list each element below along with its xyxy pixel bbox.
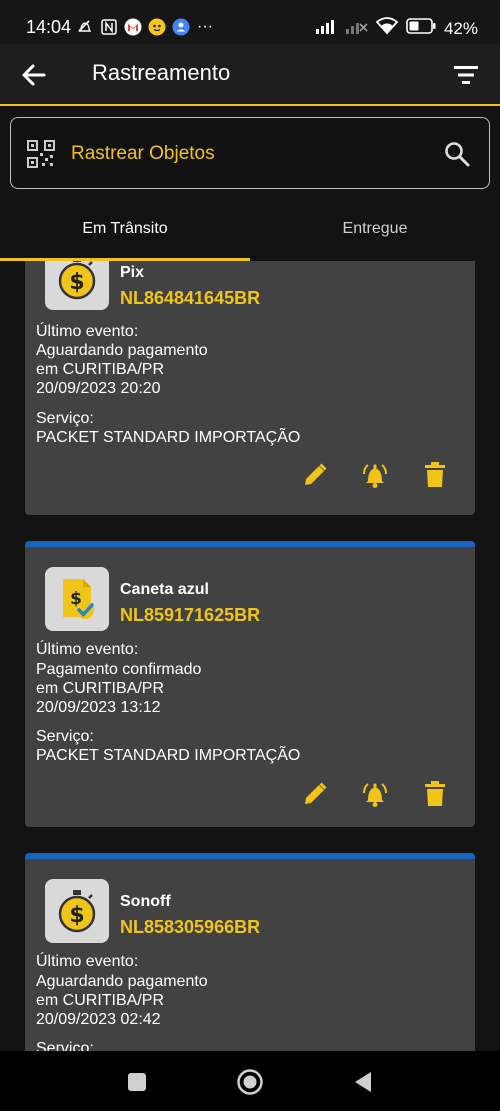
- svg-text:$: $: [69, 903, 84, 928]
- delete-button[interactable]: [420, 460, 450, 490]
- trash-icon: [425, 781, 445, 806]
- event-location: em CURITIBA/PR: [36, 361, 165, 378]
- bell-ring-icon: [363, 783, 387, 807]
- wifi-icon: [375, 17, 399, 40]
- status-notification-icons: ···: [76, 18, 214, 36]
- event-description: Aguardando pagamento: [36, 973, 208, 990]
- package-name: Caneta azul: [120, 581, 209, 598]
- mute-icon: [76, 18, 94, 36]
- last-event-label: Último evento:: [36, 953, 139, 970]
- tab-delivered[interactable]: Entregue: [250, 205, 500, 261]
- service-label: Serviço:: [36, 728, 94, 745]
- package-card[interactable]: $ Pix NL864841645BR Último evento: Aguar…: [25, 261, 475, 515]
- service-label: Serviço:: [36, 410, 94, 427]
- edit-button[interactable]: [300, 779, 330, 809]
- nfc-icon: [100, 18, 118, 36]
- service-name: PACKET STANDARD IMPORTAÇÃO: [36, 429, 301, 446]
- package-name: Sonoff: [120, 893, 171, 910]
- battery-icon: [406, 18, 436, 39]
- event-datetime: 20/09/2023 20:20: [36, 380, 161, 397]
- status-time: 14:04: [26, 17, 72, 37]
- package-name: Pix: [120, 264, 145, 281]
- recent-apps-button[interactable]: [122, 1067, 152, 1097]
- notification-button[interactable]: [360, 460, 390, 490]
- delete-button[interactable]: [420, 779, 450, 809]
- circle-icon: [237, 1069, 263, 1095]
- triangle-back-icon: [355, 1072, 371, 1092]
- last-event-label: Último evento:: [36, 641, 139, 658]
- event-location: em CURITIBA/PR: [36, 680, 165, 697]
- money-timer-icon: $: [45, 261, 109, 310]
- back-nav-button[interactable]: [348, 1067, 378, 1097]
- notification-button[interactable]: [360, 779, 390, 809]
- money-timer-icon: $: [45, 879, 109, 943]
- package-list[interactable]: $ Pix NL864841645BR Último evento: Aguar…: [0, 261, 500, 1051]
- event-datetime: 20/09/2023 13:12: [36, 699, 161, 716]
- tracking-code: NL859171625BR: [120, 605, 261, 625]
- payment-confirmed-icon: $: [45, 567, 109, 631]
- status-tabs: Em Trânsito Entregue: [0, 205, 500, 261]
- tab-in-transit[interactable]: Em Trânsito: [0, 205, 250, 261]
- last-event-label: Último evento:: [36, 323, 139, 340]
- package-card[interactable]: $ Sonoff NL858305966BR Último evento: Ag…: [25, 853, 475, 1051]
- gmail-icon: [124, 18, 142, 36]
- battery-percent: 42%: [443, 18, 478, 38]
- system-nav-bar: [0, 1051, 500, 1111]
- more-notifications-icon: ···: [197, 18, 213, 35]
- home-button[interactable]: [235, 1067, 265, 1097]
- event-description: Pagamento confirmado: [36, 661, 202, 678]
- status-right-icons: 42%: [315, 17, 478, 40]
- event-datetime: 20/09/2023 02:42: [36, 1011, 161, 1028]
- pencil-icon: [305, 463, 327, 485]
- event-description: Aguardando pagamento: [36, 342, 208, 359]
- event-location: em CURITIBA/PR: [36, 992, 165, 1009]
- svg-text:$: $: [69, 270, 84, 295]
- trash-icon: [425, 462, 445, 487]
- tracking-code: NL864841645BR: [120, 288, 261, 308]
- service-name: PACKET STANDARD IMPORTAÇÃO: [36, 747, 301, 764]
- search-icon[interactable]: [443, 140, 471, 168]
- back-button[interactable]: [18, 60, 50, 90]
- edit-button[interactable]: [300, 460, 330, 490]
- arrow-back-icon: [22, 64, 46, 86]
- qr-code-scan-icon[interactable]: [27, 140, 55, 168]
- pencil-icon: [305, 782, 327, 804]
- package-card[interactable]: $ Caneta azul NL859171625BR Último event…: [25, 541, 475, 827]
- filter-icon: [454, 66, 478, 84]
- app-notification-icon: [148, 18, 166, 36]
- page-title: Rastreamento: [92, 60, 231, 85]
- search-placeholder: Rastrear Objetos: [71, 143, 215, 164]
- account-icon: [172, 18, 190, 36]
- signal-no-service-icon: [345, 18, 368, 39]
- bell-ring-icon: [363, 464, 387, 488]
- app-bar: Rastreamento: [0, 44, 500, 106]
- filter-button[interactable]: [452, 62, 480, 88]
- card-actions: [300, 460, 450, 490]
- service-label: Serviço:: [36, 1040, 94, 1051]
- signal-icon: [315, 18, 338, 39]
- track-objects-field[interactable]: Rastrear Objetos: [10, 117, 490, 189]
- card-actions: [300, 779, 450, 809]
- tracking-code: NL858305966BR: [120, 917, 261, 937]
- square-icon: [128, 1073, 146, 1091]
